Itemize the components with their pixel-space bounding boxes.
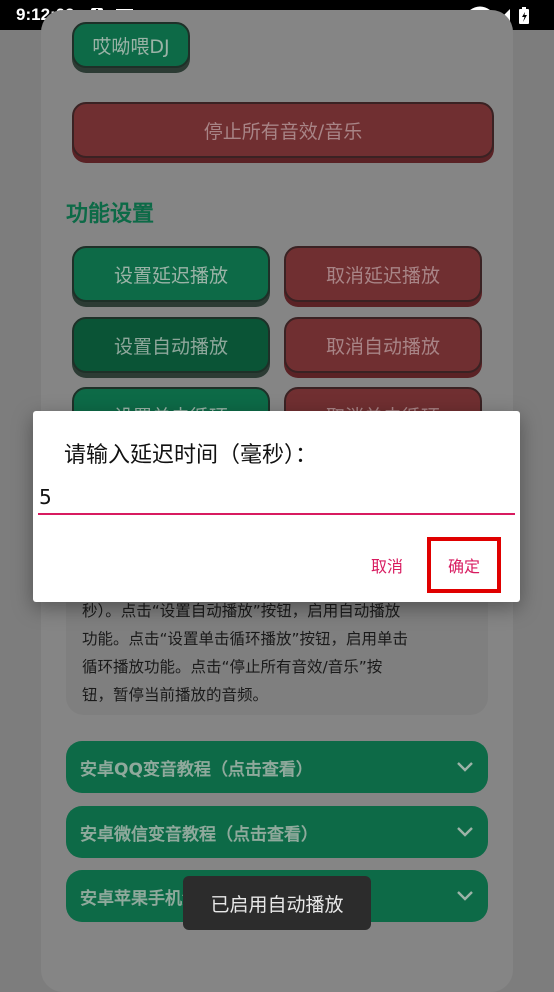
chevron-down-icon bbox=[457, 891, 473, 901]
instructions-line: 钮，暂停当前播放的音频。 bbox=[82, 686, 269, 704]
accordion-label: 安卓微信变音教程（点击查看） bbox=[80, 824, 318, 845]
delay-input-dialog: 请输入延迟时间（毫秒）： 取消 确定 bbox=[33, 411, 520, 602]
set-auto-button[interactable]: 设置自动播放 bbox=[72, 317, 270, 373]
set-auto-label: 设置自动播放 bbox=[113, 335, 228, 358]
dj-sound-label: 哎呦喂DJ bbox=[92, 35, 170, 58]
toast-message: 已启用自动播放 bbox=[183, 876, 371, 930]
set-delay-button[interactable]: 设置延迟播放 bbox=[72, 246, 270, 302]
instructions-box: 秒）。点击“设置自动播放”按钮，启用自动播放 功能。点击“设置单击循环播放”按钮… bbox=[66, 585, 488, 715]
instructions-line: 循环播放功能。点击“停止所有音效/音乐”按 bbox=[82, 658, 383, 676]
dj-sound-button[interactable]: 哎呦喂DJ bbox=[72, 22, 190, 68]
dialog-title: 请输入延迟时间（毫秒）： bbox=[64, 443, 318, 468]
battery-icon bbox=[519, 7, 529, 24]
instructions-line: 功能。点击“设置单击循环播放”按钮，启用单击 bbox=[82, 630, 409, 648]
dialog-cancel-button[interactable]: 取消 bbox=[359, 551, 415, 579]
dialog-confirm-button[interactable]: 确定 bbox=[427, 537, 501, 593]
accordion-label: 安卓QQ变音教程（点击查看） bbox=[80, 759, 313, 780]
accordion-qq-tutorial[interactable]: 安卓QQ变音教程（点击查看） bbox=[66, 741, 488, 793]
cancel-delay-label: 取消延迟播放 bbox=[325, 264, 440, 287]
section-title: 功能设置 bbox=[66, 202, 155, 227]
chevron-down-icon bbox=[457, 827, 473, 837]
cancel-delay-button[interactable]: 取消延迟播放 bbox=[284, 246, 482, 302]
toast-text: 已启用自动播放 bbox=[210, 893, 344, 916]
delay-input[interactable] bbox=[38, 481, 515, 515]
chevron-down-icon bbox=[457, 762, 473, 772]
accordion-wechat-tutorial[interactable]: 安卓微信变音教程（点击查看） bbox=[66, 806, 488, 858]
cancel-auto-button[interactable]: 取消自动播放 bbox=[284, 317, 482, 373]
stop-all-button[interactable]: 停止所有音效/音乐 bbox=[72, 102, 494, 158]
stop-all-label: 停止所有音效/音乐 bbox=[203, 120, 363, 143]
cancel-auto-label: 取消自动播放 bbox=[325, 335, 440, 358]
set-delay-label: 设置延迟播放 bbox=[113, 264, 228, 287]
